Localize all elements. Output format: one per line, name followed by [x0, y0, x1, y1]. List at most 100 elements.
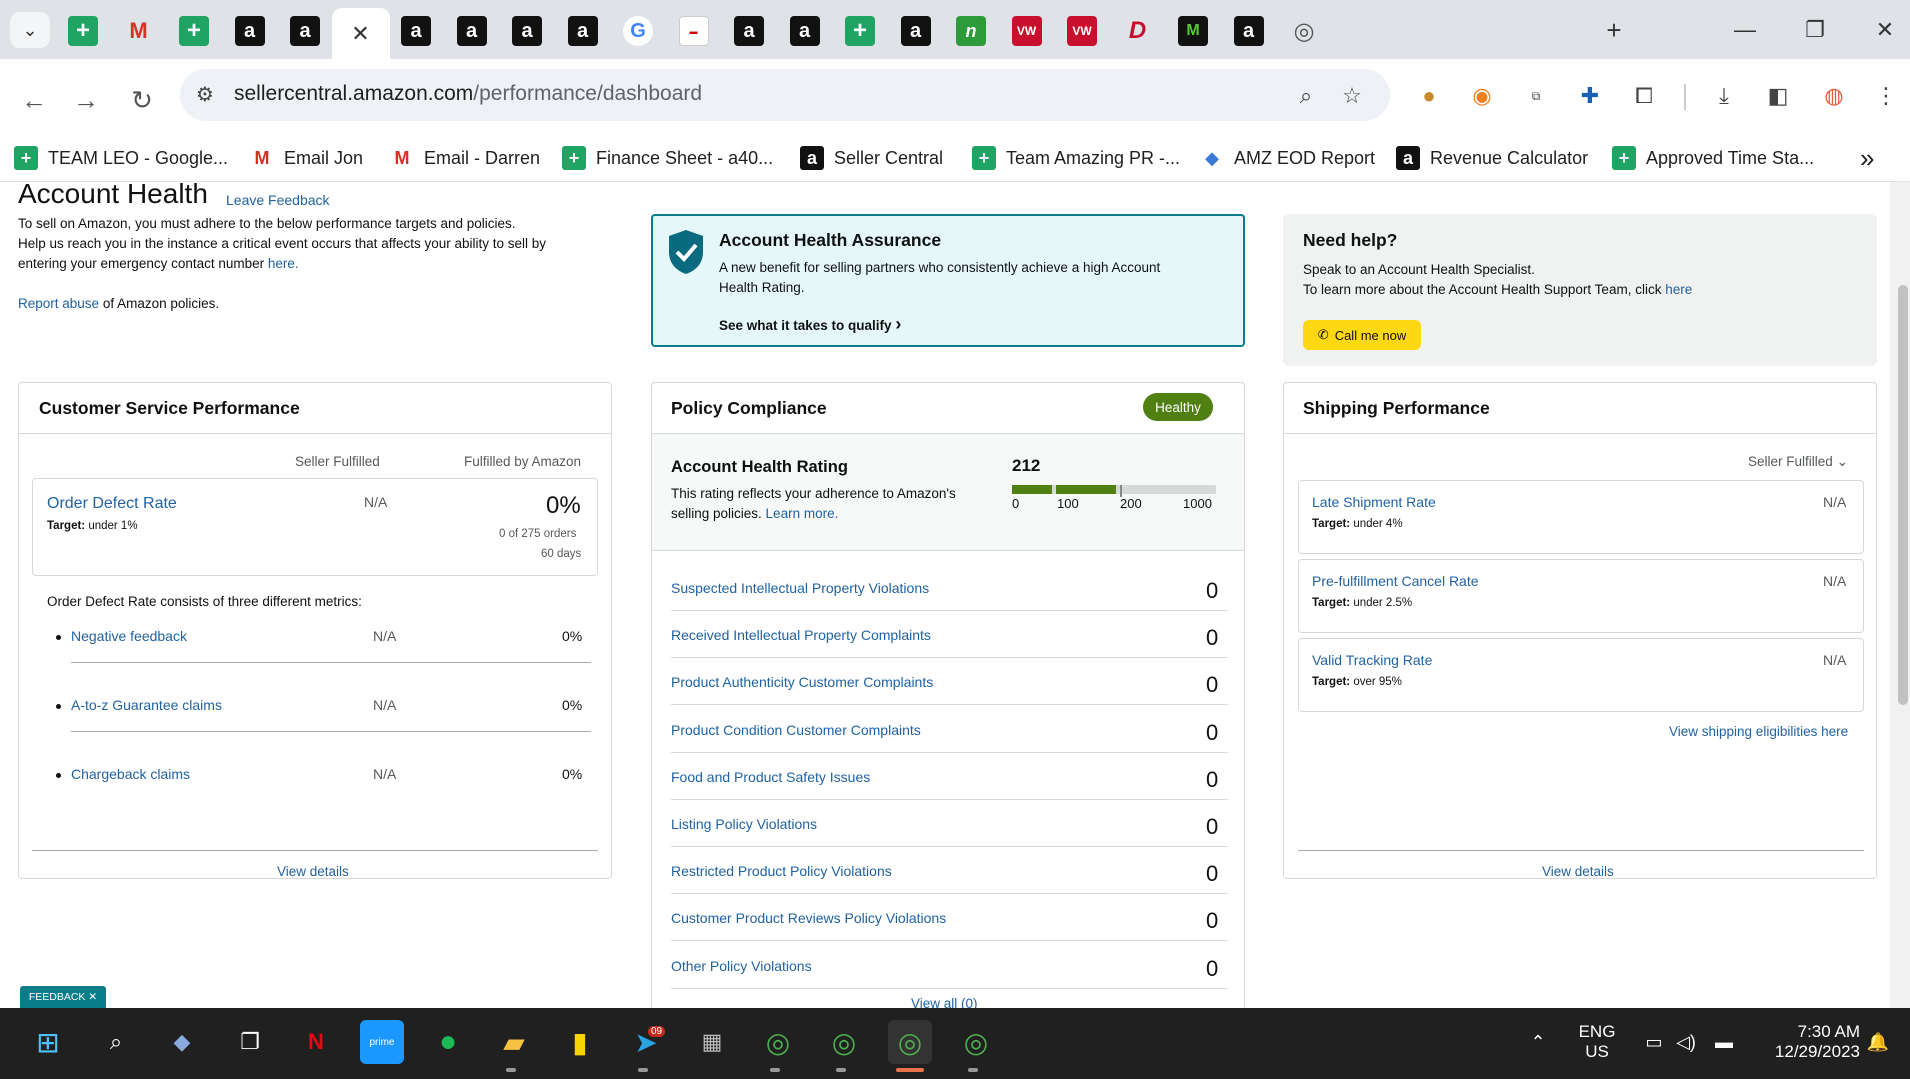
bookmark-item[interactable]: a Revenue Calculator — [1396, 138, 1588, 178]
tab-d-icon[interactable]: D — [1123, 16, 1153, 46]
minimize-button[interactable]: — — [1720, 12, 1770, 48]
tab-gmail-icon[interactable]: M — [124, 16, 154, 46]
bookmark-item[interactable]: + Finance Sheet - a40... — [562, 138, 773, 178]
bookmark-item[interactable]: + Approved Time Sta... — [1612, 138, 1814, 178]
qualify-link[interactable]: See what it takes to qualify › — [719, 314, 901, 335]
policy-item-link[interactable]: Other Policy Violations — [671, 958, 812, 974]
chrome-menu-icon[interactable]: ⋮ — [1870, 80, 1902, 112]
policy-item-link[interactable]: Food and Product Safety Issues — [671, 769, 870, 785]
sticky-notes-icon[interactable]: ▮ — [558, 1020, 602, 1064]
view-all-link[interactable]: View all (0) — [911, 996, 978, 1008]
tab-amazon-icon[interactable]: a — [290, 16, 320, 46]
calculator-icon[interactable]: ▦ — [690, 1020, 734, 1064]
reload-icon[interactable]: ↻ — [122, 80, 162, 120]
chrome-profile-2-icon[interactable]: ◎ — [822, 1020, 866, 1064]
bookmark-item[interactable]: M Email Jon — [250, 138, 364, 178]
spotify-icon[interactable]: ● — [426, 1020, 470, 1064]
tab-amazon-icon[interactable]: a — [456, 16, 487, 46]
chrome-profile-4-icon[interactable]: ◎ — [954, 1020, 998, 1064]
tab-amazon-smile-icon[interactable]: a — [789, 16, 820, 46]
site-info-icon[interactable]: ⚙ — [196, 82, 214, 107]
tab-chrome-icon[interactable]: ◎ — [1289, 16, 1319, 46]
tab-sheets-icon[interactable]: + — [68, 16, 98, 46]
profile-avatar-icon[interactable]: ◍ — [1818, 80, 1850, 112]
tab-vw-icon[interactable]: VW — [1067, 16, 1097, 46]
cs-view-details-link[interactable]: View details — [277, 864, 349, 879]
policy-item-link[interactable]: Received Intellectual Property Complaint… — [671, 627, 931, 643]
tab-sheets-icon[interactable]: + — [845, 16, 875, 46]
more-bookmarks-icon[interactable]: » — [1860, 138, 1874, 178]
extension-login-icon[interactable]: ⧉ — [1520, 80, 1552, 112]
tab-sheets-icon[interactable]: + — [179, 16, 209, 46]
chevron-up-icon[interactable]: ⌃ — [1516, 1020, 1560, 1064]
feedback-tab[interactable]: FEEDBACK ✕ — [20, 986, 106, 1008]
policy-item-link[interactable]: Restricted Product Policy Violations — [671, 863, 892, 879]
bookmark-item[interactable]: M Email - Darren — [390, 138, 541, 178]
bookmark-item[interactable]: ◆ AMZ EOD Report — [1200, 138, 1375, 178]
policy-item-link[interactable]: Listing Policy Violations — [671, 816, 817, 832]
shipping-metric-link[interactable]: Pre-fulfillment Cancel Rate — [1312, 573, 1479, 589]
extension-blue-icon[interactable]: ✚ — [1574, 80, 1606, 112]
learn-more-link[interactable]: Learn more. — [766, 506, 839, 521]
support-team-link[interactable]: here — [1665, 282, 1692, 297]
notification-bell-icon[interactable]: 🔔 — [1856, 1020, 1900, 1064]
new-tab-button[interactable]: + — [1589, 12, 1639, 48]
chrome-profile-3-icon[interactable]: ◎ — [888, 1020, 932, 1064]
shipping-filter-select[interactable]: Seller Fulfilled ⌄ — [1748, 454, 1848, 470]
tab-vw-icon[interactable]: VW — [1011, 16, 1042, 46]
bookmark-star-icon[interactable]: ☆ — [1336, 80, 1368, 112]
tab-amazon-smile-icon[interactable]: a — [734, 16, 764, 46]
metric-link[interactable]: Negative feedback — [71, 628, 187, 644]
leave-feedback-link[interactable]: Leave Feedback — [226, 192, 330, 208]
policy-item-link[interactable]: Customer Product Reviews Policy Violatio… — [671, 910, 946, 926]
shipping-view-details-link[interactable]: View details — [1542, 864, 1614, 879]
download-icon[interactable]: ⤓ — [1708, 80, 1740, 112]
tab-green-n-icon[interactable]: n — [956, 16, 986, 46]
chrome-profile-1-icon[interactable]: ◎ — [756, 1020, 800, 1064]
policy-item-link[interactable]: Product Authenticity Customer Complaints — [671, 674, 933, 690]
tab-white-page-icon[interactable]: ▬ — [678, 16, 709, 46]
scrollbar-thumb[interactable] — [1898, 285, 1908, 705]
policy-item-link[interactable]: Product Condition Customer Complaints — [671, 722, 921, 738]
tab-amazon-icon[interactable]: a — [512, 16, 542, 46]
back-arrow-icon[interactable]: ← — [14, 80, 54, 120]
tab-amazon-icon[interactable]: a — [234, 16, 265, 46]
extensions-puzzle-icon[interactable]: ⧠ — [1628, 80, 1660, 112]
shipping-eligibilities-link[interactable]: View shipping eligibilities here — [1669, 724, 1848, 739]
order-defect-rate-link[interactable]: Order Defect Rate — [47, 495, 177, 513]
tab-amazon-smile-icon[interactable]: a — [567, 16, 598, 46]
side-panel-icon[interactable]: ◧ — [1762, 80, 1794, 112]
tab-m-icon[interactable]: M — [1178, 16, 1208, 46]
extension-orange-icon[interactable]: ◉ — [1466, 80, 1498, 112]
tab-google-icon[interactable]: G — [623, 16, 653, 46]
windows-start-icon[interactable]: ⊞ — [26, 1020, 70, 1064]
zoom-icon[interactable]: ⌕ — [1290, 80, 1322, 112]
call-me-now-button[interactable]: ✆ Call me now — [1303, 320, 1421, 350]
language-indicator[interactable]: ENG US — [1577, 1022, 1617, 1062]
battery-icon[interactable]: ▬ — [1702, 1020, 1746, 1064]
shipping-metric-link[interactable]: Late Shipment Rate — [1312, 494, 1436, 510]
file-explorer-icon[interactable]: ▰ — [492, 1020, 536, 1064]
policy-item-link[interactable]: Suspected Intellectual Property Violatio… — [671, 580, 929, 596]
clock[interactable]: 7:30 AM 12/29/2023 — [1760, 1022, 1860, 1062]
window-close-button[interactable]: ✕ — [1860, 12, 1910, 48]
tab-amazon-icon[interactable]: a — [1233, 16, 1264, 46]
metric-link[interactable]: Chargeback claims — [71, 766, 190, 782]
url-text[interactable]: sellercentral.amazon.com/performance/das… — [234, 82, 702, 106]
active-tab[interactable]: ✕ — [331, 8, 390, 59]
shipping-metric-link[interactable]: Valid Tracking Rate — [1312, 652, 1432, 668]
extension-cat-icon[interactable]: ● — [1413, 80, 1445, 112]
tab-amazon-smile-icon[interactable]: a — [900, 16, 931, 46]
emergency-contact-link[interactable]: here. — [268, 256, 299, 271]
metric-link[interactable]: A-to-z Guarantee claims — [71, 697, 222, 713]
bookmark-item[interactable]: a Seller Central — [800, 138, 943, 178]
search-icon[interactable]: ⌕ — [94, 1020, 138, 1064]
restore-button[interactable]: ❐ — [1790, 12, 1840, 48]
prime-video-icon[interactable]: prime — [360, 1020, 404, 1064]
copilot-icon[interactable]: ◆ — [160, 1020, 204, 1064]
tab-close-icon[interactable]: ✕ — [351, 21, 369, 47]
tab-amazon-icon[interactable]: a — [401, 16, 431, 46]
report-abuse-link[interactable]: Report abuse — [18, 296, 99, 311]
bookmark-item[interactable]: + Team Amazing PR -... — [972, 138, 1180, 178]
task-view-icon[interactable]: ❐ — [228, 1020, 272, 1064]
